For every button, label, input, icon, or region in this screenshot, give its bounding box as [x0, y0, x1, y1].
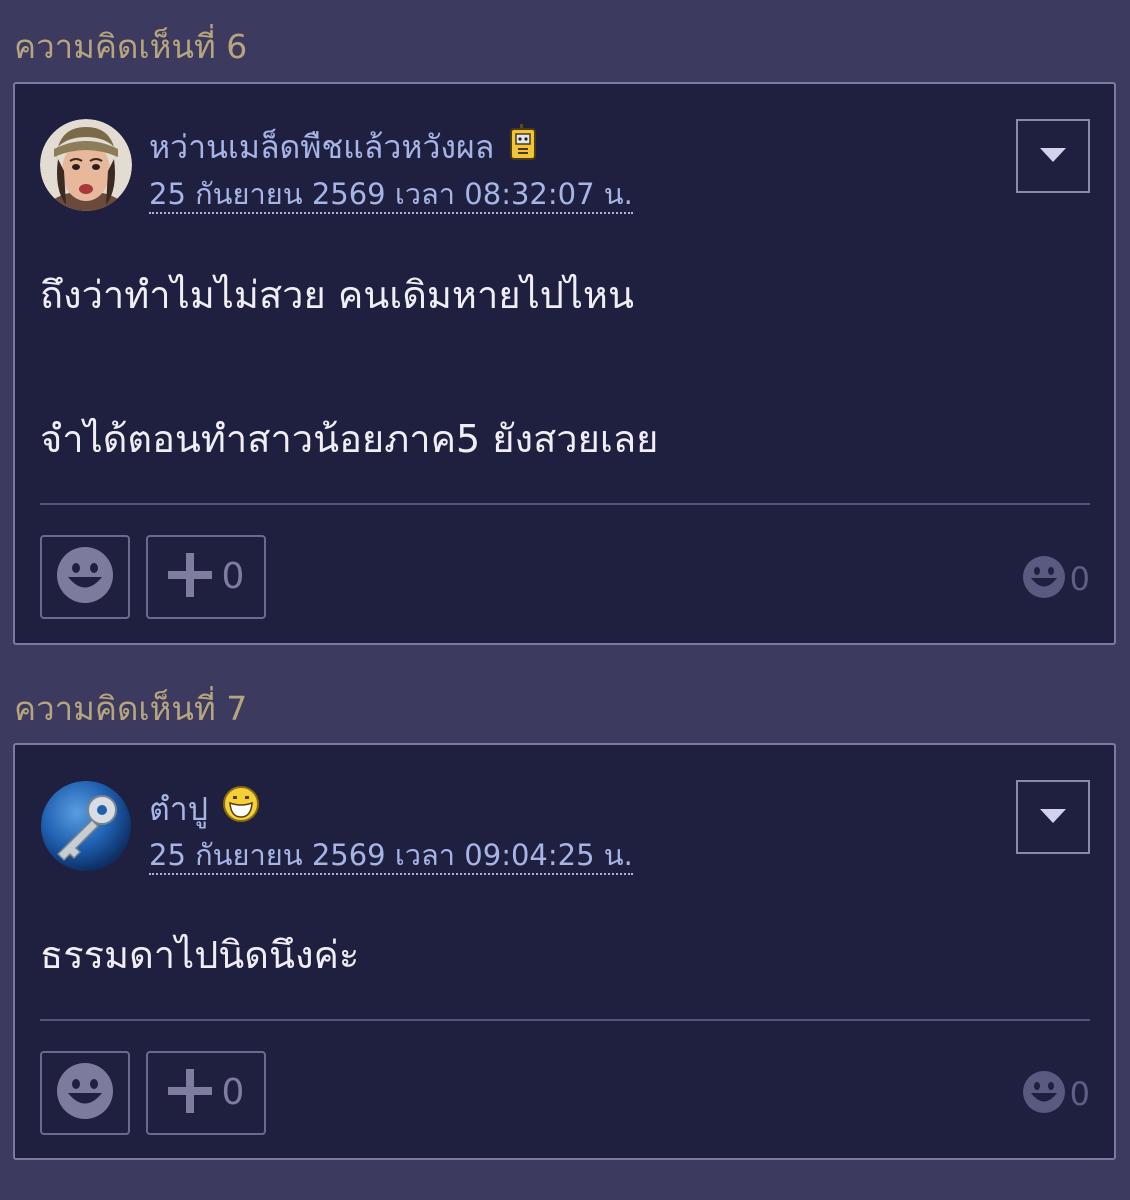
comment-body-line-2: จำได้ตอนทำสาวน้อยภาค5 ยังสวยเลย	[40, 417, 659, 461]
reaction-count: 0	[1069, 560, 1090, 598]
username-text[interactable]: หว่านเมล็ดพืชแล้วหวังผล	[149, 127, 494, 167]
comment-card: หว่านเมล็ดพืชแล้วหวังผล 25 กันยายน 2569 …	[13, 82, 1116, 645]
smile-icon	[56, 546, 114, 608]
emoji-reaction-button[interactable]	[40, 535, 130, 619]
smile-icon	[1022, 1070, 1066, 1118]
reaction-count: 0	[1069, 1075, 1090, 1113]
username[interactable]: หว่านเมล็ดพืชแล้วหวังผล	[149, 124, 538, 169]
grin-emoji-badge-icon	[222, 785, 260, 832]
comment-body-line-1: ธรรมดาไปนิดนึงค่ะ	[40, 933, 360, 977]
comment-options-dropdown[interactable]	[1016, 119, 1090, 193]
key-avatar-icon[interactable]	[40, 780, 132, 872]
comment-timestamp[interactable]: 25 กันยายน 2569 เวลา 09:04:25 น.	[149, 837, 633, 875]
comment-divider	[40, 503, 1090, 505]
comment-heading: ความคิดเห็นที่ 6	[14, 27, 248, 66]
smile-icon	[56, 1062, 114, 1124]
smile-icon	[1022, 555, 1066, 603]
reaction-summary[interactable]: 0	[1022, 554, 1090, 604]
comment-options-dropdown[interactable]	[1016, 780, 1090, 854]
plus-icon	[167, 553, 212, 601]
user-avatar[interactable]	[40, 119, 132, 211]
plus-icon	[167, 1069, 212, 1117]
comment-6: ความคิดเห็นที่ 6 หว่านเมล็ดพืชแล้วหวังผล…	[13, 27, 1116, 645]
walkie-talkie-badge-icon	[508, 124, 538, 169]
caret-down-icon	[1040, 147, 1066, 166]
plus-vote-button[interactable]: 0	[146, 535, 266, 619]
comment-divider	[40, 1019, 1090, 1021]
comment-7: ความคิดเห็นที่ 7 ตำปู 25 กันยายน 2569 เว…	[13, 689, 1116, 1160]
plus-vote-count: 0	[221, 1072, 245, 1113]
plus-vote-count: 0	[221, 556, 245, 597]
comment-timestamp[interactable]: 25 กันยายน 2569 เวลา 08:32:07 น.	[149, 176, 633, 214]
plus-vote-button[interactable]: 0	[146, 1051, 266, 1135]
username[interactable]: ตำปู	[149, 785, 260, 832]
username-text[interactable]: ตำปู	[149, 789, 208, 829]
reaction-summary[interactable]: 0	[1022, 1069, 1090, 1119]
caret-down-icon	[1040, 808, 1066, 827]
comment-body-line-1: ถึงว่าทำไมไม่สวย คนเดิมหายไปไหน	[40, 273, 634, 317]
comment-card: ตำปู 25 กันยายน 2569 เวลา 09:04:25 น. ธร…	[13, 743, 1116, 1160]
emoji-reaction-button[interactable]	[40, 1051, 130, 1135]
comment-heading: ความคิดเห็นที่ 7	[14, 689, 248, 728]
